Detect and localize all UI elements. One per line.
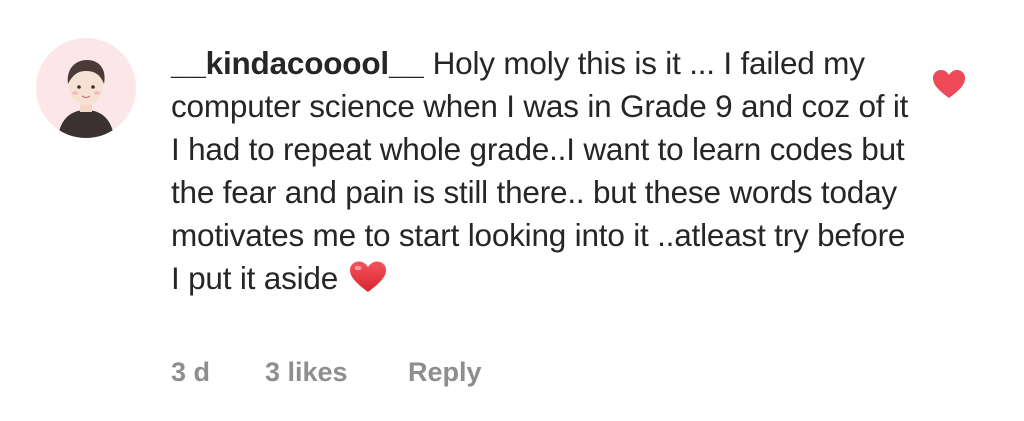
cartoon-person-avatar-icon bbox=[36, 38, 136, 138]
comment-likes-count[interactable]: 3 likes bbox=[265, 357, 348, 388]
comment-timestamp: 3 d bbox=[171, 357, 211, 387]
reply-button[interactable]: Reply bbox=[408, 357, 482, 388]
heart-icon[interactable] bbox=[931, 68, 967, 100]
comment-text: Holy moly this is it ... I failed my com… bbox=[171, 45, 909, 296]
comment-username[interactable]: __kindacooool__ bbox=[171, 45, 424, 81]
comment-body: __kindacooool__ Holy moly this is it ... … bbox=[171, 42, 921, 300]
red-heart-emoji-icon bbox=[350, 261, 387, 292]
avatar[interactable] bbox=[36, 38, 136, 138]
comment-item: __kindacooool__ Holy moly this is it ... … bbox=[0, 0, 1024, 421]
